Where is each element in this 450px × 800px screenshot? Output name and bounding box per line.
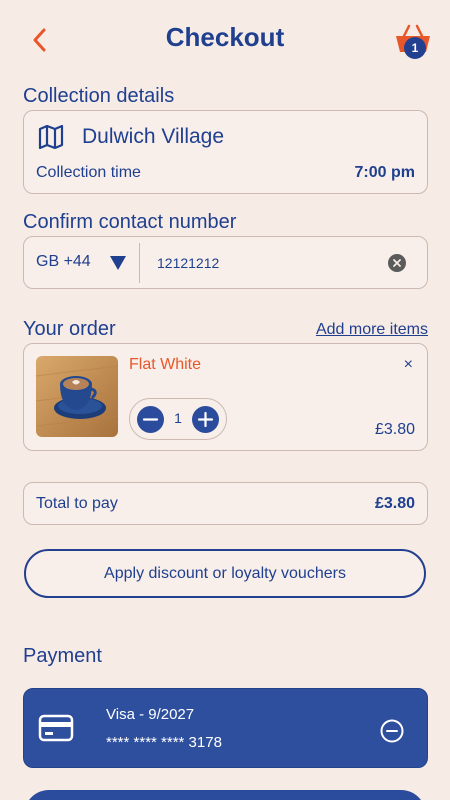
payment-heading: Payment: [23, 645, 102, 667]
page-title: Checkout: [165, 22, 285, 52]
plus-icon: [197, 411, 214, 428]
card-number: **** **** **** 3178: [106, 734, 222, 751]
map-icon: [38, 124, 64, 150]
pay-button[interactable]: [24, 790, 426, 800]
collection-details-heading: Collection details: [23, 85, 175, 107]
your-order-heading: Your order: [23, 318, 116, 340]
country-code-select[interactable]: GB +44: [36, 253, 91, 271]
item-name: Flat White: [129, 356, 202, 373]
basket-count-badge: 1: [404, 37, 426, 59]
order-item-card: Flat White × 1 £3.80: [23, 343, 428, 451]
credit-card-icon: [38, 713, 74, 743]
remove-item-button[interactable]: ×: [404, 356, 413, 374]
apply-discount-button[interactable]: Apply discount or loyalty vouchers: [24, 549, 426, 598]
phone-input[interactable]: 12121212: [157, 255, 219, 271]
collection-location: Dulwich Village: [82, 125, 225, 148]
total-label: Total to pay: [36, 495, 118, 512]
collection-details-card[interactable]: Dulwich Village Collection time 7:00 pm: [23, 110, 428, 194]
total-value: £3.80: [374, 495, 415, 512]
clear-icon[interactable]: [388, 254, 406, 272]
item-price: £3.80: [374, 421, 415, 438]
total-card: Total to pay £3.80: [23, 482, 428, 525]
remove-card-button[interactable]: [380, 719, 404, 743]
minus-circle-icon: [380, 719, 404, 743]
dropdown-arrow-icon[interactable]: [110, 256, 126, 270]
collection-time-label: Collection time: [36, 164, 141, 181]
quantity-stepper: 1: [129, 398, 227, 440]
flat-white-image: [36, 356, 118, 437]
field-divider: [139, 243, 140, 283]
collection-time-value: 7:00 pm: [354, 164, 415, 181]
contact-number-heading: Confirm contact number: [23, 211, 237, 233]
contact-number-field: GB +44 12121212: [23, 236, 428, 289]
add-more-items-link[interactable]: Add more items: [316, 321, 428, 339]
payment-card[interactable]: Visa - 9/2027 **** **** **** 3178: [23, 688, 428, 768]
increase-quantity-button[interactable]: [192, 406, 219, 433]
card-name: Visa - 9/2027: [106, 706, 195, 723]
